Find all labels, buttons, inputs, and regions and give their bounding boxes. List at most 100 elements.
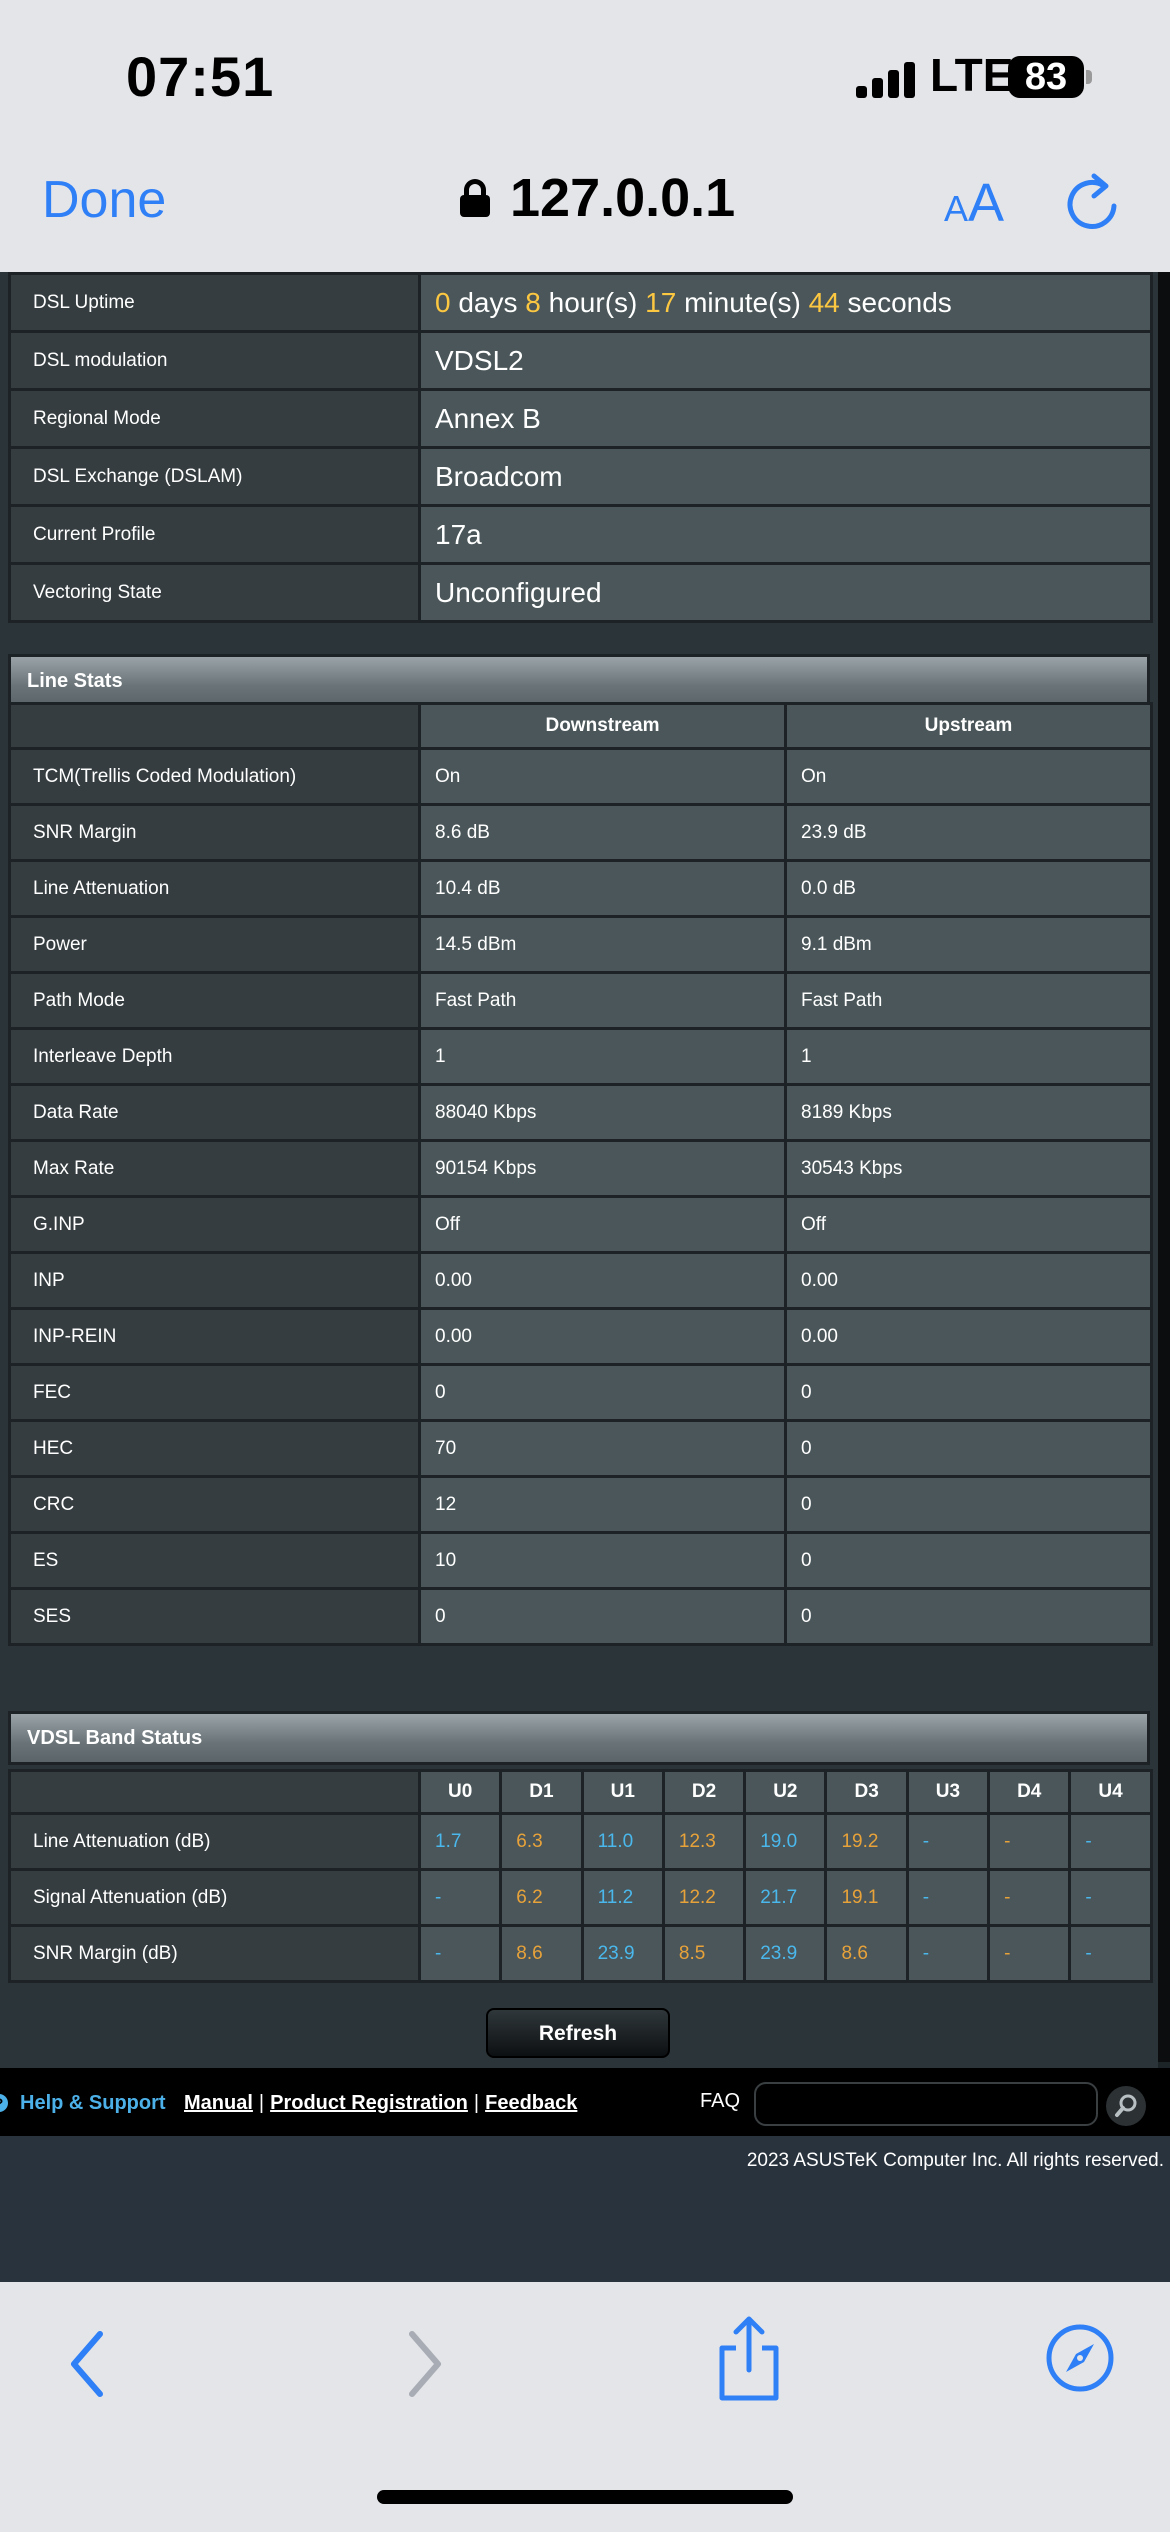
band-value: 6.3 — [499, 1812, 584, 1871]
upstream-value: 8189 Kbps — [784, 1083, 1153, 1142]
status-bar: 07:51 LTE 83 — [0, 0, 1170, 150]
content-panel: DSL Uptime 0 days 8 hour(s) 17 minute(s)… — [0, 272, 1158, 2068]
row-label: Regional Mode — [8, 388, 421, 449]
row-value: VDSL2 — [418, 330, 1153, 391]
table-header-row: U0 D1 U1 D2 U2 D3 U3 D4 U4 — [8, 1769, 1153, 1815]
downstream-value: 10.4 dB — [418, 859, 787, 918]
band-value: 23.9 — [743, 1924, 828, 1983]
uptime-seconds: 44 — [808, 286, 840, 318]
band-value: - — [905, 1924, 991, 1983]
row-label: Max Rate — [8, 1139, 421, 1198]
row-label: FEC — [8, 1363, 421, 1422]
share-icon[interactable] — [714, 2314, 784, 2404]
browser-nav-bar: Done 127.0.0.1 AA — [0, 150, 1170, 272]
row-label: Interleave Depth — [8, 1027, 421, 1086]
row-label: ES — [8, 1531, 421, 1590]
band-value: 19.1 — [824, 1868, 909, 1927]
table-row: Interleave Depth 1 1 — [8, 1027, 1153, 1086]
uptime-hours-unit: hour(s) — [548, 286, 638, 318]
upstream-value: Fast Path — [784, 971, 1153, 1030]
faq-label: FAQ — [700, 2090, 741, 2112]
downstream-value: 12 — [418, 1475, 787, 1534]
faq-search-button[interactable] — [1106, 2086, 1146, 2126]
band-value: 21.7 — [743, 1868, 828, 1927]
uptime-days: 0 — [435, 286, 451, 318]
band-header-d2: D2 — [661, 1769, 747, 1815]
battery-cap — [1086, 70, 1092, 84]
band-header-u3: U3 — [905, 1769, 991, 1815]
band-value: 8.6 — [499, 1924, 584, 1983]
search-icon — [1115, 2094, 1137, 2117]
upstream-value: 0 — [784, 1475, 1153, 1534]
dsl-uptime-value: 0 days 8 hour(s) 17 minute(s) 44 seconds — [418, 272, 1153, 333]
vdsl-band-table: U0 D1 U1 D2 U2 D3 U3 D4 U4 Line Attenuation (dB)… — [8, 1769, 1153, 1983]
line-stats-table: Downstream Upstream TCM(Trellis Coded Mo… — [8, 702, 1153, 1646]
band-header-d3: D3 — [824, 1769, 909, 1815]
footer-bar: ? Help & Support Manual|Product Registra… — [0, 2068, 1170, 2136]
feedback-link[interactable]: Feedback — [485, 2092, 577, 2114]
table-row: TCM(Trellis Coded Modulation) On On — [8, 747, 1153, 806]
downstream-value: 88040 Kbps — [418, 1083, 787, 1142]
chevron-left-icon[interactable] — [64, 2324, 114, 2404]
column-header-upstream: Upstream — [784, 702, 1153, 750]
address-bar[interactable]: 127.0.0.1 — [460, 168, 735, 228]
band-value: 1.7 — [417, 1812, 503, 1871]
band-value: 12.2 — [661, 1868, 747, 1927]
copyright-area: 2023 ASUSTeK Computer Inc. All rights re… — [0, 2136, 1170, 2282]
band-value: 19.2 — [824, 1812, 909, 1871]
row-label: SNR Margin (dB) — [8, 1924, 421, 1983]
band-value: 12.3 — [661, 1812, 747, 1871]
chevron-right-icon[interactable] — [398, 2324, 448, 2404]
band-header-u0: U0 — [417, 1769, 503, 1815]
row-value: Annex B — [418, 388, 1153, 449]
refresh-button[interactable]: Refresh — [486, 2008, 670, 2058]
done-button[interactable]: Done — [42, 170, 166, 230]
band-value: - — [987, 1812, 1072, 1871]
row-label: INP-REIN — [8, 1307, 421, 1366]
uptime-days-unit: days — [458, 286, 518, 318]
header-blank-cell — [8, 702, 421, 750]
upstream-value: 30543 Kbps — [784, 1139, 1153, 1198]
band-value: - — [417, 1924, 503, 1983]
table-header-row: Downstream Upstream — [8, 702, 1153, 750]
network-type: LTE — [930, 49, 1014, 101]
upstream-value: 0.0 dB — [784, 859, 1153, 918]
faq-search-input[interactable] — [754, 2082, 1098, 2126]
downstream-value: 0.00 — [418, 1307, 787, 1366]
product-registration-link[interactable]: Product Registration — [270, 2092, 468, 2114]
upstream-value: 0 — [784, 1531, 1153, 1590]
table-row: Path Mode Fast Path Fast Path — [8, 971, 1153, 1030]
downstream-value: 90154 Kbps — [418, 1139, 787, 1198]
table-row: SNR Margin (dB) -8.6 23.9 8.5 23.9 8.6- - - — [8, 1924, 1153, 1983]
row-label: Vectoring State — [8, 562, 421, 623]
row-value: Unconfigured — [418, 562, 1153, 623]
text-size-button[interactable]: AA — [944, 172, 1004, 234]
table-row: ES 10 0 — [8, 1531, 1153, 1590]
compass-icon[interactable] — [1044, 2322, 1116, 2394]
upstream-value: 23.9 dB — [784, 803, 1153, 862]
band-value: 11.2 — [580, 1868, 665, 1927]
table-row: DSL Exchange (DSLAM) Broadcom — [8, 446, 1153, 507]
downstream-value: Off — [418, 1195, 787, 1254]
row-label: DSL Exchange (DSLAM) — [8, 446, 421, 507]
table-row: DSL modulation VDSL2 — [8, 330, 1153, 391]
upstream-value: 0 — [784, 1363, 1153, 1422]
table-row: INP 0.00 0.00 — [8, 1251, 1153, 1310]
reload-icon[interactable] — [1064, 172, 1120, 232]
copyright-text: 2023 ASUSTeK Computer Inc. All rights re… — [746, 2150, 1164, 2171]
table-row: FEC 0 0 — [8, 1363, 1153, 1422]
lock-icon — [460, 179, 490, 217]
url-text: 127.0.0.1 — [510, 168, 736, 228]
band-header-d4: D4 — [987, 1769, 1072, 1815]
table-row: DSL Uptime 0 days 8 hour(s) 17 minute(s)… — [8, 272, 1153, 333]
upstream-value: Off — [784, 1195, 1153, 1254]
router-page: DSL Uptime 0 days 8 hour(s) 17 minute(s)… — [0, 272, 1170, 2068]
band-value: - — [987, 1868, 1072, 1927]
upstream-value: On — [784, 747, 1153, 806]
table-row: INP-REIN 0.00 0.00 — [8, 1307, 1153, 1366]
downstream-value: Fast Path — [418, 971, 787, 1030]
manual-link[interactable]: Manual — [184, 2092, 253, 2114]
column-header-downstream: Downstream — [418, 702, 787, 750]
downstream-value: On — [418, 747, 787, 806]
row-label: Power — [8, 915, 421, 974]
